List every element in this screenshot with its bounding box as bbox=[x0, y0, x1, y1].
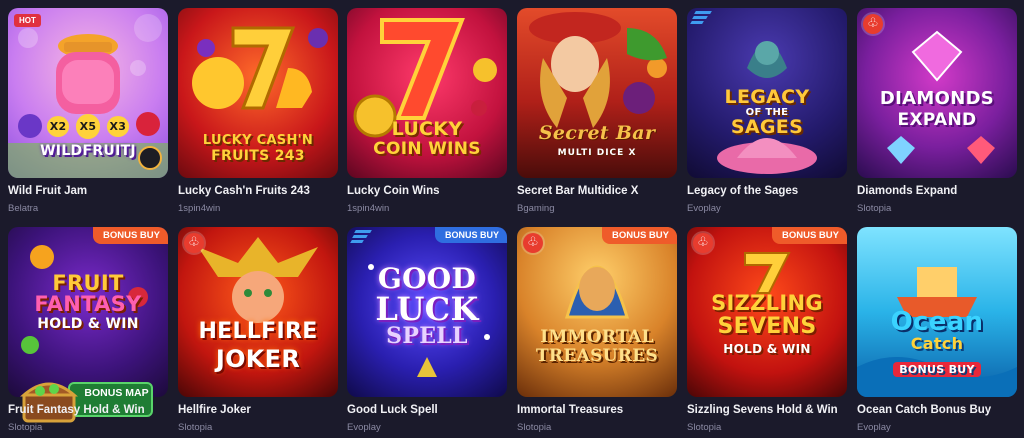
game-thumbnail[interactable]: DIAMONDS EXPAND bbox=[857, 8, 1017, 178]
game-logo: Ocean Catch BONUS BUY bbox=[890, 307, 984, 377]
game-thumbnail[interactable]: BONUS BUY IMMORTAL TREASURES bbox=[517, 227, 677, 397]
game-provider: Slotopia bbox=[178, 422, 213, 433]
game-title[interactable]: Immortal Treasures bbox=[517, 404, 677, 416]
hot-fire-icon bbox=[523, 233, 543, 253]
game-logo: LEGACY OF THE SAGES bbox=[724, 86, 810, 138]
game-thumbnail[interactable]: LUCKY CASH'N FRUITS 243 bbox=[178, 8, 338, 178]
provider-stripes-icon bbox=[350, 230, 373, 243]
provider-stripes-icon bbox=[690, 11, 713, 24]
game-provider: Evoplay bbox=[347, 422, 381, 433]
game-card-hellfire-joker[interactable]: HELLFIRE JOKER Hellfire Joker Slotopia bbox=[178, 227, 338, 433]
game-logo: LUCKY CASH'N FRUITS 243 bbox=[202, 133, 314, 164]
game-thumbnail[interactable]: LEGACY OF THE SAGES bbox=[687, 8, 847, 178]
game-logo: HELLFIRE JOKER bbox=[198, 319, 318, 373]
game-provider: Belatra bbox=[8, 203, 39, 214]
bonus-buy-badge: BONUS BUY bbox=[771, 227, 847, 244]
game-provider: Slotopia bbox=[517, 422, 552, 433]
game-logo: IMMORTAL TREASURES bbox=[535, 327, 659, 366]
game-title[interactable]: Lucky Coin Wins bbox=[347, 185, 507, 197]
game-card-ocean-catch-bonus-buy[interactable]: Ocean Catch BONUS BUY Ocean Catch Bonus … bbox=[857, 227, 1017, 433]
game-logo: GOOD LUCK SPELL bbox=[375, 262, 479, 349]
bonus-buy-badge: BONUS BUY bbox=[92, 227, 168, 244]
game-provider: Evoplay bbox=[687, 203, 721, 214]
trophy-icon bbox=[138, 146, 162, 170]
game-logo: SIZZLING SEVENS HOLD & WIN bbox=[711, 291, 823, 356]
game-thumbnail[interactable]: BONUS BUY GOOD LUCK SPELL bbox=[347, 227, 507, 397]
game-title[interactable]: Legacy of the Sages bbox=[687, 185, 847, 197]
game-grid: HOT X2 X5 X3 WILDFRUITJ Wild Fruit Jam B… bbox=[0, 0, 1024, 438]
game-card-immortal-treasures[interactable]: BONUS BUY IMMORTAL TREASURES Immortal Tr… bbox=[517, 227, 677, 433]
bonus-buy-badge: BONUS BUY bbox=[434, 227, 507, 243]
bonus-buy-badge: BONUS BUY bbox=[601, 227, 677, 244]
game-card-secret-bar-multidice-x[interactable]: Secret Bar MULTI DICE X Secret Bar Multi… bbox=[517, 8, 677, 214]
game-title[interactable]: Secret Bar Multidice X bbox=[517, 185, 677, 197]
game-thumbnail[interactable]: Ocean Catch BONUS BUY bbox=[857, 227, 1017, 397]
game-provider: Slotopia bbox=[8, 422, 43, 433]
game-card-wild-fruit-jam[interactable]: HOT X2 X5 X3 WILDFRUITJ Wild Fruit Jam B… bbox=[8, 8, 168, 214]
game-logo: FRUIT FANTASY HOLD & WIN bbox=[34, 271, 142, 332]
treasure-chest-icon bbox=[20, 382, 78, 423]
game-provider: Bgaming bbox=[517, 203, 555, 214]
game-card-legacy-of-the-sages[interactable]: LEGACY OF THE SAGES Legacy of the Sages … bbox=[687, 8, 847, 214]
game-title[interactable]: Lucky Cash'n Fruits 243 bbox=[178, 185, 338, 197]
game-provider: Slotopia bbox=[687, 422, 722, 433]
multiplier-row: X2 X5 X3 bbox=[8, 114, 168, 139]
game-provider: 1spin4win bbox=[178, 203, 221, 214]
game-title[interactable]: Wild Fruit Jam bbox=[8, 185, 168, 197]
game-card-fruit-fantasy-hold-and-win[interactable]: BONUS BUY FRUIT FANTASY HOLD & WIN BONUS… bbox=[8, 227, 168, 433]
game-thumbnail[interactable]: Secret Bar MULTI DICE X bbox=[517, 8, 677, 178]
hot-fire-icon bbox=[184, 233, 204, 253]
pharaoh-art bbox=[564, 265, 630, 319]
game-logo: DIAMONDS EXPAND bbox=[879, 88, 995, 130]
game-title[interactable]: Ocean Catch Bonus Buy bbox=[857, 404, 1017, 416]
game-title[interactable]: Sizzling Sevens Hold & Win bbox=[687, 404, 847, 416]
game-provider: Slotopia bbox=[857, 203, 892, 214]
game-thumbnail[interactable]: HOT X2 X5 X3 WILDFRUITJ bbox=[8, 8, 168, 178]
hot-fire-icon bbox=[693, 233, 713, 253]
game-logo: LUCKY COIN WINS bbox=[373, 118, 481, 159]
game-title[interactable]: Fruit Fantasy Hold & Win bbox=[8, 404, 168, 416]
game-card-good-luck-spell[interactable]: BONUS BUY GOOD LUCK SPELL Good Luck Spel… bbox=[347, 227, 507, 433]
game-logo: Secret Bar MULTI DICE X bbox=[538, 122, 656, 158]
game-card-sizzling-sevens-hold-and-win[interactable]: BONUS BUY SIZZLING SEVENS HOLD & WIN Siz… bbox=[687, 227, 847, 433]
game-thumbnail[interactable]: BONUS BUY FRUIT FANTASY HOLD & WIN bbox=[8, 227, 168, 397]
game-card-lucky-coin-wins[interactable]: LUCKY COIN WINS Lucky Coin Wins 1spin4wi… bbox=[347, 8, 507, 214]
hot-fire-icon bbox=[863, 14, 883, 34]
hot-badge: HOT bbox=[14, 14, 41, 27]
game-title[interactable]: Hellfire Joker bbox=[178, 404, 338, 416]
game-card-diamonds-expand[interactable]: DIAMONDS EXPAND Diamonds Expand Slotopia bbox=[857, 8, 1017, 214]
game-title[interactable]: Good Luck Spell bbox=[347, 404, 507, 416]
game-provider: Evoplay bbox=[857, 422, 891, 433]
game-thumbnail[interactable]: HELLFIRE JOKER bbox=[178, 227, 338, 397]
game-title[interactable]: Diamonds Expand bbox=[857, 185, 1017, 197]
game-provider: 1spin4win bbox=[347, 203, 390, 214]
game-card-lucky-cashn-fruits-243[interactable]: LUCKY CASH'N FRUITS 243 Lucky Cash'n Fru… bbox=[178, 8, 338, 214]
game-thumbnail[interactable]: BONUS BUY SIZZLING SEVENS HOLD & WIN bbox=[687, 227, 847, 397]
game-thumbnail[interactable]: LUCKY COIN WINS bbox=[347, 8, 507, 178]
